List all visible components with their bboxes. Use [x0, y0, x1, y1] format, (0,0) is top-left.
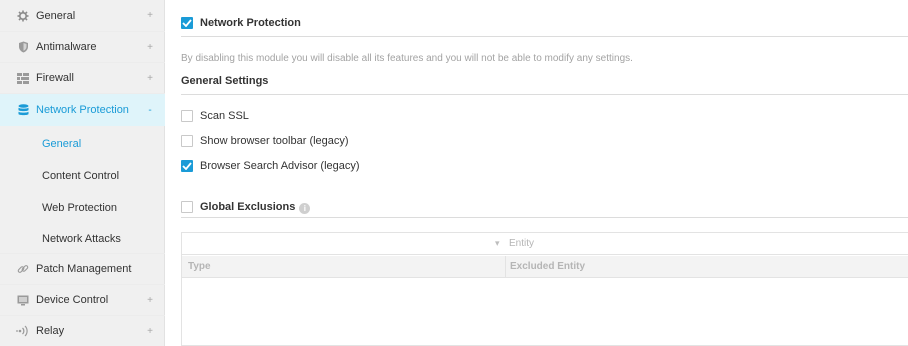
column-header-type[interactable]: Type — [188, 261, 211, 272]
shield-icon — [16, 40, 30, 54]
disable-notice: By disabling this module you will disabl… — [181, 53, 633, 64]
expand-icon[interactable]: + — [143, 326, 157, 337]
entity-filter[interactable]: Entity — [509, 238, 534, 249]
expand-icon[interactable]: + — [143, 42, 157, 53]
sidebar-item-label: Network Protection — [36, 104, 129, 116]
sidebar-subitem-content-control[interactable]: Content Control — [0, 160, 165, 191]
divider — [181, 217, 908, 218]
collapse-icon[interactable]: - — [143, 105, 157, 116]
global-exclusions-checkbox[interactable] — [181, 201, 193, 213]
divider — [181, 36, 908, 37]
general-settings-title: General Settings — [181, 75, 269, 87]
database-icon — [16, 103, 30, 117]
sidebar-item-label: Relay — [36, 325, 65, 337]
sidebar-item-network-protection[interactable]: Network Protection - — [0, 93, 165, 126]
scan-ssl-label: Scan SSL — [200, 110, 249, 122]
sidebar-item-label: Firewall — [36, 72, 74, 84]
sidebar: General + Antimalware + Firewall + Netwo… — [0, 0, 165, 346]
column-separator — [505, 256, 506, 278]
filter-dropdown-icon[interactable]: ▾ — [495, 238, 500, 249]
check-icon — [182, 19, 192, 27]
search-advisor-label: Browser Search Advisor (legacy) — [200, 160, 360, 172]
broadcast-icon — [16, 324, 30, 338]
sidebar-item-label: General — [42, 137, 82, 150]
sidebar-item-label: Web Protection — [42, 201, 118, 214]
sidebar-item-label: Antimalware — [36, 41, 97, 53]
monitor-icon — [16, 293, 30, 307]
sidebar-item-general[interactable]: General + — [0, 0, 165, 31]
sidebar-item-relay[interactable]: Relay + — [0, 315, 165, 346]
sidebar-item-label: Content Control — [42, 169, 120, 182]
exclusions-table: ▾ Entity Type Excluded Entity — [181, 232, 908, 346]
check-icon — [182, 162, 192, 170]
browser-toolbar-label: Show browser toolbar (legacy) — [200, 135, 349, 147]
expand-icon[interactable]: + — [143, 73, 157, 84]
main-panel: Network Protection By disabling this mod… — [181, 0, 908, 346]
table-header: Type Excluded Entity — [182, 256, 908, 278]
expand-icon[interactable]: + — [143, 10, 157, 21]
expand-icon[interactable]: + — [143, 295, 157, 306]
search-advisor-checkbox[interactable] — [181, 160, 193, 172]
sidebar-subitem-network-attacks[interactable]: Network Attacks — [0, 223, 165, 254]
module-enable-checkbox[interactable] — [181, 17, 193, 29]
firewall-icon — [16, 71, 30, 85]
sidebar-subitem-general[interactable]: General — [0, 128, 165, 159]
link-icon — [16, 262, 30, 276]
sidebar-item-label: General — [36, 9, 76, 22]
browser-toolbar-checkbox[interactable] — [181, 135, 193, 147]
info-icon[interactable]: i — [299, 203, 311, 214]
global-exclusions-title: Global Exclusions i — [200, 201, 311, 214]
sidebar-item-device-control[interactable]: Device Control + — [0, 284, 165, 315]
global-exclusions-label: Global Exclusions — [200, 201, 296, 213]
sidebar-item-label: Network Attacks — [42, 232, 121, 245]
sidebar-item-firewall[interactable]: Firewall + — [0, 62, 165, 93]
sidebar-item-label: Device Control — [36, 294, 109, 306]
table-filter-row: ▾ Entity — [182, 233, 908, 255]
divider — [181, 94, 908, 95]
module-title: Network Protection — [200, 17, 301, 29]
sidebar-item-antimalware[interactable]: Antimalware + — [0, 31, 165, 62]
sidebar-subitem-web-protection[interactable]: Web Protection — [0, 192, 165, 223]
sidebar-item-label: Patch Management — [36, 263, 132, 275]
scan-ssl-checkbox[interactable] — [181, 110, 193, 122]
column-header-excluded-entity[interactable]: Excluded Entity — [510, 261, 585, 272]
sidebar-item-patch-management[interactable]: Patch Management — [0, 253, 165, 284]
gear-icon — [16, 9, 30, 23]
